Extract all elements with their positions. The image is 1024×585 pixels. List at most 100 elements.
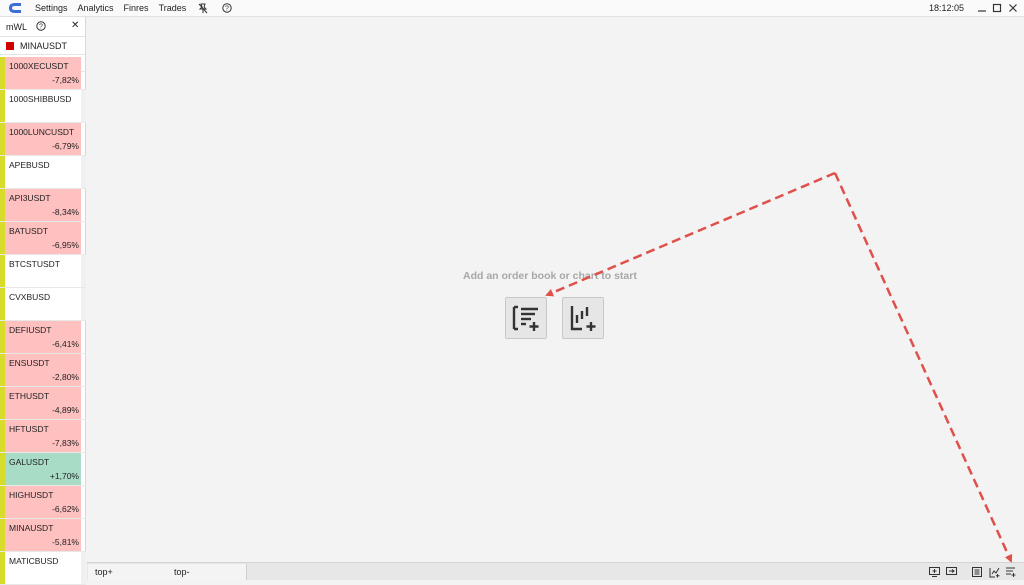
row-change: -6,41% bbox=[52, 339, 79, 349]
tab-top-plus[interactable]: top+ bbox=[88, 564, 168, 580]
menu-bar: Settings Analytics Finres Trades ? 18:12… bbox=[0, 0, 1024, 17]
row-symbol: 1000LUNCUSDT bbox=[9, 127, 75, 137]
watchlist-row[interactable]: DEFIUSDT -6,41% bbox=[0, 321, 86, 354]
row-symbol: ENSUSDT bbox=[9, 358, 50, 368]
row-scroll bbox=[81, 156, 86, 188]
svg-text:?: ? bbox=[39, 24, 43, 31]
row-change: -6,95% bbox=[52, 240, 79, 250]
add-order-book-button[interactable] bbox=[505, 297, 547, 339]
tab-label: top- bbox=[174, 567, 190, 577]
row-change: -7,83% bbox=[52, 438, 79, 448]
watchlist-row[interactable]: ENSUSDT -2,80% bbox=[0, 354, 86, 387]
row-scroll bbox=[81, 552, 86, 584]
watchlist-row[interactable]: CVXBUSD bbox=[0, 288, 86, 321]
workspace: Add an order book or chart to start bbox=[87, 17, 1024, 562]
row-symbol: MATICBUSD bbox=[9, 556, 59, 566]
watchlist-row[interactable]: 1000LUNCUSDT -6,79% bbox=[0, 123, 86, 156]
chart-add-icon bbox=[570, 306, 596, 331]
app-logo-icon[interactable] bbox=[6, 0, 24, 17]
row-symbol: API3USDT bbox=[9, 193, 51, 203]
row-change: -2,80% bbox=[52, 372, 79, 382]
row-content: HIGHUSDT -6,62% bbox=[5, 486, 81, 518]
tab-label: top+ bbox=[95, 567, 113, 577]
row-symbol: HIGHUSDT bbox=[9, 490, 54, 500]
pin-off-icon[interactable] bbox=[197, 2, 209, 14]
row-change: -5,81% bbox=[52, 537, 79, 547]
row-content: API3USDT -8,34% bbox=[5, 189, 81, 221]
row-scroll bbox=[81, 255, 86, 287]
watchlist-row[interactable]: API3USDT -8,34% bbox=[0, 189, 86, 222]
watchlist-rows: 1000XECUSDT -7,82% 1000SHIBBUSD 1000LUNCUSD… bbox=[0, 57, 86, 585]
watchlist-row[interactable]: BATUSDT -6,95% bbox=[0, 222, 86, 255]
row-change: -8,34% bbox=[52, 207, 79, 217]
watchlist-row[interactable]: BTCSTUSDT bbox=[0, 255, 86, 288]
help-icon[interactable]: ? bbox=[221, 2, 233, 14]
screen-add-icon[interactable] bbox=[928, 566, 940, 578]
menu-finres[interactable]: Finres bbox=[119, 3, 154, 13]
row-scroll bbox=[81, 288, 86, 320]
row-symbol: ETHUSDT bbox=[9, 391, 50, 401]
watchlist-close-icon[interactable]: ✕ bbox=[71, 20, 79, 31]
minimize-icon[interactable] bbox=[976, 2, 988, 14]
clock: 18:12:05 bbox=[928, 3, 964, 13]
order-book-add-icon bbox=[512, 305, 539, 331]
row-symbol: APEBUSD bbox=[9, 160, 50, 170]
watchlist-row[interactable]: GALUSDT +1,70% bbox=[0, 453, 86, 486]
row-content: MATICBUSD bbox=[5, 552, 81, 584]
watchlist-row[interactable]: ETHUSDT -4,89% bbox=[0, 387, 86, 420]
row-symbol: GALUSDT bbox=[9, 457, 50, 467]
row-content: ETHUSDT -4,89% bbox=[5, 387, 81, 419]
watchlist-row[interactable]: HFTUSDT -7,83% bbox=[0, 420, 86, 453]
watchlist-row[interactable]: MINAUSDT -5,81% bbox=[0, 519, 86, 552]
row-symbol: MINAUSDT bbox=[9, 523, 54, 533]
row-change: -6,62% bbox=[52, 504, 79, 514]
bottom-bar: top+ top- bbox=[87, 562, 1024, 580]
row-symbol: BATUSDT bbox=[9, 226, 49, 236]
row-content: APEBUSD bbox=[5, 156, 81, 188]
row-scroll bbox=[81, 90, 86, 122]
row-symbol: 1000SHIBBUSD bbox=[9, 94, 72, 104]
screen-switch-icon[interactable] bbox=[945, 566, 957, 578]
row-change: +1,70% bbox=[49, 471, 79, 481]
watchlist-row[interactable]: 1000SHIBBUSD bbox=[0, 90, 86, 123]
row-content: DEFIUSDT -6,41% bbox=[5, 321, 81, 353]
watchlist-header: mWL ? ✕ bbox=[0, 17, 85, 37]
order-list-icon[interactable] bbox=[971, 566, 983, 578]
watchlist-row[interactable]: 1000XECUSDT -7,82% bbox=[0, 57, 86, 90]
watchlist-row[interactable]: HIGHUSDT -6,62% bbox=[0, 486, 86, 519]
row-content: 1000SHIBBUSD bbox=[5, 90, 81, 122]
row-content: ENSUSDT -2,80% bbox=[5, 354, 81, 386]
watchlist-row[interactable]: MATICBUSD bbox=[0, 552, 86, 585]
row-change: -4,89% bbox=[52, 405, 79, 415]
row-symbol: HFTUSDT bbox=[9, 424, 49, 434]
order-book-add-small-icon[interactable] bbox=[1004, 566, 1016, 578]
chart-add-small-icon[interactable] bbox=[988, 566, 1000, 578]
row-content: CVXBUSD bbox=[5, 288, 81, 320]
row-symbol: 1000XECUSDT bbox=[9, 61, 69, 71]
row-symbol: DEFIUSDT bbox=[9, 325, 52, 335]
row-content: 1000XECUSDT -7,82% bbox=[5, 57, 81, 89]
symbol-color-swatch[interactable] bbox=[6, 41, 14, 50]
row-symbol: CVXBUSD bbox=[9, 292, 51, 302]
maximize-icon[interactable] bbox=[991, 2, 1003, 14]
row-content: BATUSDT -6,95% bbox=[5, 222, 81, 254]
row-content: GALUSDT +1,70% bbox=[5, 453, 81, 485]
add-chart-button[interactable] bbox=[562, 297, 604, 339]
menu-settings[interactable]: Settings bbox=[30, 3, 73, 13]
row-content: 1000LUNCUSDT -6,79% bbox=[5, 123, 81, 155]
empty-workspace-hint: Add an order book or chart to start bbox=[463, 270, 637, 282]
tab-top-minus[interactable]: top- bbox=[167, 564, 247, 580]
close-window-icon[interactable] bbox=[1007, 2, 1019, 14]
row-symbol: BTCSTUSDT bbox=[9, 259, 60, 269]
svg-text:?: ? bbox=[225, 6, 229, 13]
selected-symbol-label: MINAUSDT bbox=[20, 40, 67, 51]
menu-trades[interactable]: Trades bbox=[154, 3, 192, 13]
watchlist-row[interactable]: APEBUSD bbox=[0, 156, 86, 189]
row-content: BTCSTUSDT bbox=[5, 255, 81, 287]
watchlist-title: mWL bbox=[6, 21, 27, 32]
selected-symbol[interactable]: MINAUSDT bbox=[0, 37, 85, 55]
watchlist-help-icon[interactable]: ? bbox=[36, 21, 46, 33]
menu-analytics[interactable]: Analytics bbox=[73, 3, 119, 13]
row-change: -7,82% bbox=[52, 75, 79, 85]
row-change: -6,79% bbox=[52, 141, 79, 151]
